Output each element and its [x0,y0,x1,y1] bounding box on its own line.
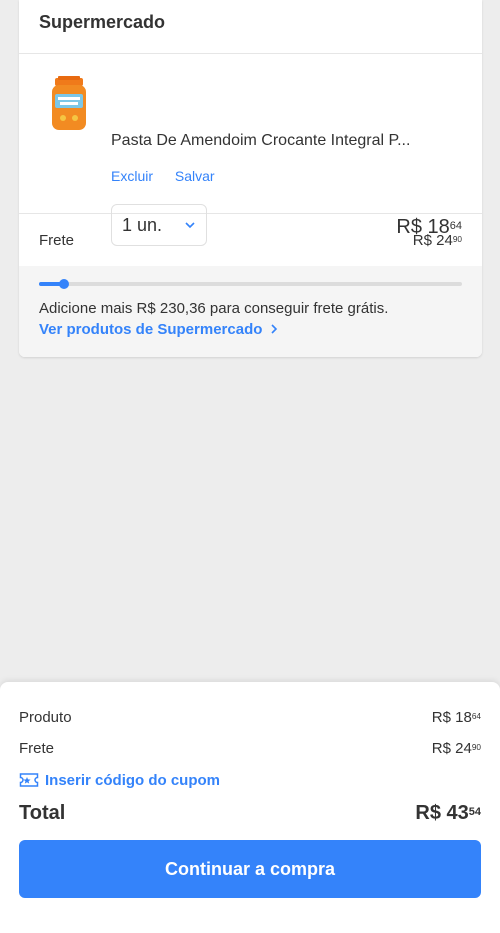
shipping-row: Frete R$ 2490 [19,214,482,266]
cart-card: Supermercado Pasta De Amendoim Crocante … [19,0,482,357]
delete-link[interactable]: Excluir [111,168,153,184]
see-products-link[interactable]: Ver produtos de Supermercado [39,321,462,338]
save-link[interactable]: Salvar [175,168,215,184]
coupon-icon [19,773,39,787]
total-label: Total [19,801,66,824]
progress-dot [59,279,70,289]
summary-product-price: R$ 1864 [431,709,481,726]
total-price: R$ 4354 [415,801,481,824]
free-shipping-message: Adicione mais R$ 230,36 para conseguir f… [39,300,389,317]
product-name[interactable]: Pasta De Amendoim Crocante Integral P... [111,132,431,150]
chevron-right-icon [270,324,277,334]
coupon-link[interactable]: Inserir código do cupom [19,764,481,796]
summary-product-row: Produto R$ 1864 [19,702,481,733]
summary-product-label: Produto [19,709,72,726]
free-shipping-box: Adicione mais R$ 230,36 para conseguir f… [19,266,482,357]
item-actions: Excluir Salvar [111,168,233,184]
summary-shipping-label: Frete [19,740,55,757]
summary-shipping-price: R$ 2490 [431,740,481,757]
continue-purchase-button[interactable]: Continuar a compra [19,840,481,898]
order-summary: Produto R$ 1864 Frete R$ 2490 Inserir có… [0,682,500,933]
shipping-price: R$ 2490 [412,231,462,249]
free-shipping-progress [39,279,462,289]
shipping-label: Frete [39,231,75,249]
product-image[interactable] [49,76,89,132]
cart-item: Pasta De Amendoim Crocante Integral P...… [19,54,482,246]
summary-total-row: Total R$ 4354 [19,796,481,830]
seller-title: Supermercado [19,0,482,54]
summary-shipping-row: Frete R$ 2490 [19,733,481,764]
